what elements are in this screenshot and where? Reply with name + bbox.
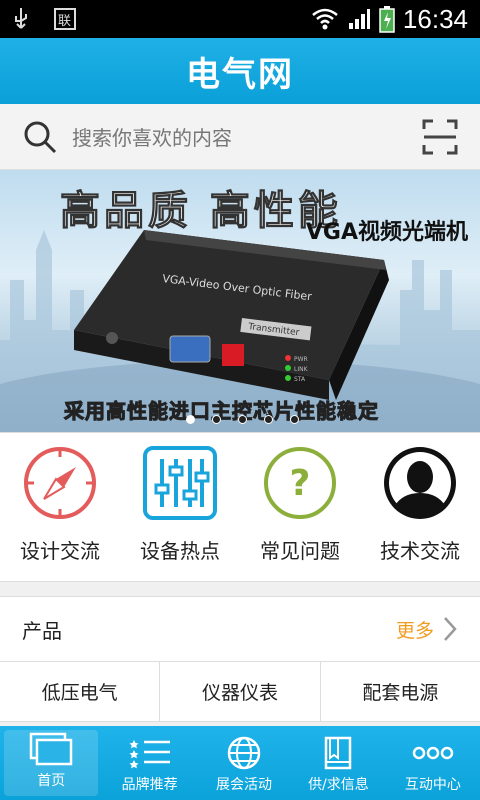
quick-link-label: 常见问题: [260, 539, 340, 563]
tab-label: 品牌推荐: [121, 777, 178, 793]
more-link[interactable]: 更多: [396, 616, 434, 643]
category-low-voltage[interactable]: 低压电气: [0, 662, 161, 721]
quick-link-design[interactable]: 设计交流: [0, 433, 120, 581]
led-label-sta: STA: [294, 376, 306, 383]
quick-links: 设计交流 设备热点 ? 常见问题 技术交流: [0, 432, 480, 582]
category-instruments[interactable]: 仪器仪表: [160, 662, 321, 721]
search-icon[interactable]: [22, 119, 58, 155]
search-input[interactable]: 搜索你喜欢的内容: [72, 122, 422, 151]
fiber-transmitter-image: VGA-Video Over Optic Fiber Transmitter P…: [74, 230, 389, 400]
question-icon: ?: [264, 447, 336, 519]
carousel-dots[interactable]: [186, 415, 299, 424]
equalizer-icon: [143, 446, 217, 520]
quick-link-label: 设备热点: [140, 539, 220, 563]
app-title: 电气网: [186, 54, 294, 95]
quick-link-faq[interactable]: ? 常见问题: [240, 433, 360, 581]
scan-icon[interactable]: [422, 119, 458, 155]
quick-link-equipment[interactable]: 设备热点: [120, 433, 240, 581]
bottom-tab-bar: 首页 品牌推荐 展会活动 供/求信息 互动中心: [0, 726, 480, 800]
status-bar: 联 16:34: [0, 0, 480, 38]
promo-banner[interactable]: 高品质 高性能 VGA视频光端机 VGA-Video Over Optic Fi…: [0, 170, 480, 432]
chevron-right-icon[interactable]: [442, 616, 458, 642]
led-label-link: LINK: [294, 366, 309, 373]
globe-icon: [227, 736, 261, 770]
tab-label: 互动中心: [404, 777, 461, 793]
dots-icon: [412, 746, 454, 760]
usb-icon: [15, 8, 27, 29]
wifi-icon: [312, 8, 338, 30]
quick-link-tech[interactable]: 技术交流: [360, 433, 480, 581]
products-section-header: 产品 更多: [0, 596, 480, 662]
tab-home[interactable]: 首页: [4, 730, 99, 796]
quick-link-label: 技术交流: [380, 539, 460, 563]
tab-supply-demand[interactable]: 供/求信息: [291, 726, 385, 800]
person-icon: [384, 447, 456, 519]
search-bar[interactable]: 搜索你喜欢的内容: [0, 104, 480, 170]
carousel-dot[interactable]: [212, 415, 221, 424]
carousel-dot[interactable]: [290, 415, 299, 424]
app-logo: 电气网: [186, 47, 294, 96]
tab-exhibitions[interactable]: 展会活动: [197, 726, 291, 800]
tab-label: 展会活动: [216, 777, 273, 793]
home-icon: [29, 732, 73, 766]
signal-icon: [348, 9, 370, 29]
section-title: 产品: [22, 618, 62, 643]
sim-icon: 联: [54, 8, 76, 30]
star-list-icon: [129, 740, 170, 769]
carousel-dot[interactable]: [238, 415, 247, 424]
book-icon: [325, 736, 352, 770]
clock: 16:34: [402, 3, 468, 34]
svg-text:?: ?: [290, 463, 311, 504]
compass-icon: [24, 447, 96, 519]
led-label-pwr: PWR: [294, 356, 308, 363]
quick-link-label: 设计交流: [20, 539, 100, 563]
app-header: 电气网: [0, 38, 480, 104]
tab-interaction[interactable]: 互动中心: [386, 726, 480, 800]
tab-label: 首页: [37, 773, 66, 789]
tab-label: 供/求信息: [308, 777, 369, 793]
tab-brands[interactable]: 品牌推荐: [102, 726, 196, 800]
svg-text:联: 联: [58, 14, 71, 29]
carousel-dot[interactable]: [186, 415, 195, 424]
category-power[interactable]: 配套电源: [321, 662, 480, 721]
carousel-dot[interactable]: [264, 415, 273, 424]
battery-icon: [379, 6, 395, 33]
product-categories: 低压电气 仪器仪表 配套电源: [0, 662, 480, 722]
